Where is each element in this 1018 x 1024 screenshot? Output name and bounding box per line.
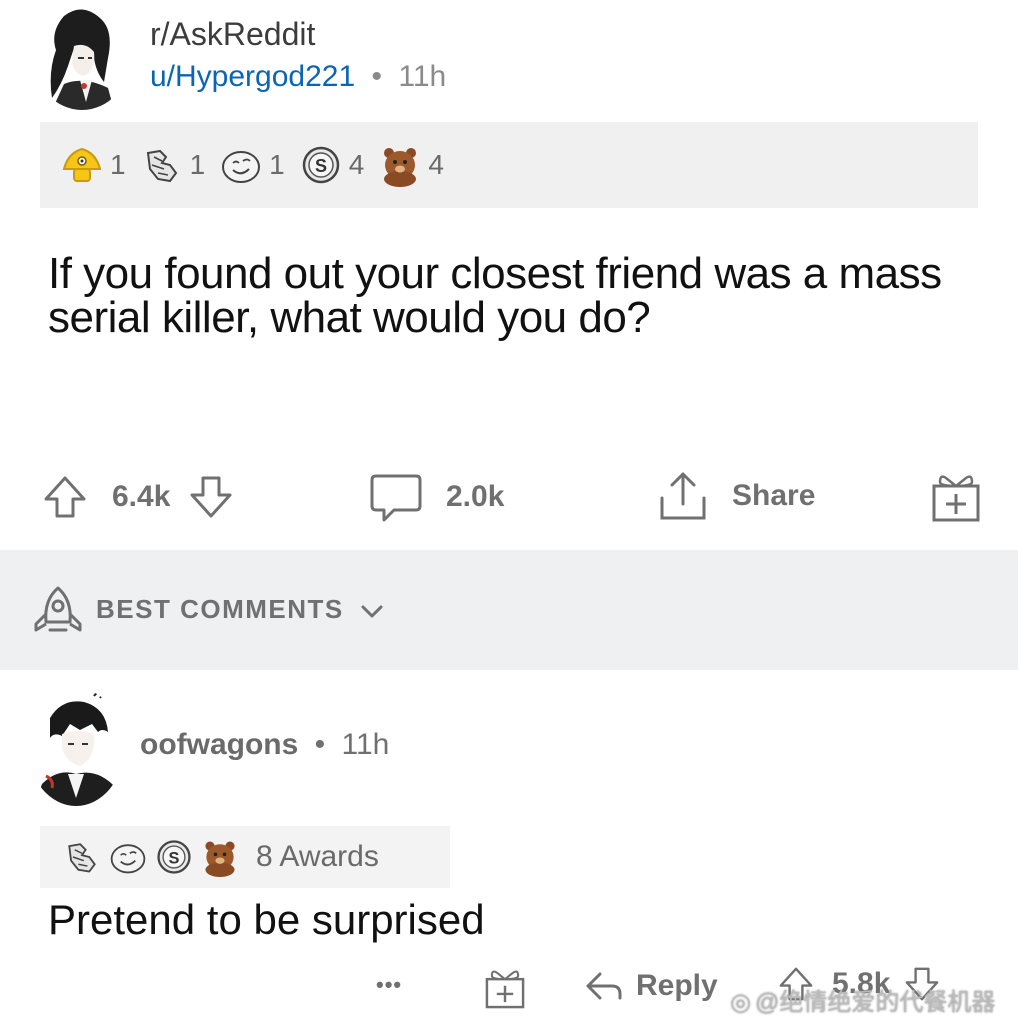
anime-avatar-icon xyxy=(50,9,114,110)
share-arrow-icon xyxy=(660,472,706,520)
post-awards-bar[interactable]: 1 1 1 S 4 4 xyxy=(40,122,978,208)
share-label: Share xyxy=(732,479,816,512)
meta-separator: • xyxy=(314,728,326,761)
helpful-award-icon xyxy=(62,147,102,182)
anime-avatar-icon xyxy=(34,690,118,806)
gift-icon xyxy=(485,970,525,1009)
awards-count-label: 8 Awards xyxy=(256,840,379,873)
sort-label: BEST COMMENTS xyxy=(96,594,344,624)
bear-hug-award-icon xyxy=(384,148,417,187)
award-wholesome-hands[interactable]: 1 xyxy=(140,143,206,187)
reply-arrow-icon xyxy=(586,972,622,1000)
wholesome-hands-award-icon xyxy=(146,149,177,183)
reply-label: Reply xyxy=(636,969,718,1002)
give-award-button[interactable] xyxy=(928,472,984,524)
award-silver[interactable]: S 4 xyxy=(299,143,365,187)
comment-meta: oofwagons • 11h xyxy=(140,728,389,762)
award-laughing[interactable]: 1 xyxy=(219,143,285,187)
laughing-face-award-icon xyxy=(222,151,261,183)
award-helpful[interactable]: 1 xyxy=(60,143,126,187)
silver-coin-award-icon: S xyxy=(302,146,339,184)
reply-button[interactable]: Reply xyxy=(584,968,718,1004)
subreddit-name[interactable]: r/AskReddit xyxy=(150,16,315,53)
comment-count: 2.0k xyxy=(446,480,505,513)
award-bear-hug[interactable]: 4 xyxy=(378,143,444,187)
share-button[interactable]: Share xyxy=(656,468,815,524)
post-meta: u/Hypergod221 • 11h xyxy=(150,60,446,94)
comments-button[interactable]: 2.0k xyxy=(368,470,504,524)
post-author-link[interactable]: u/Hypergod221 xyxy=(150,60,355,93)
post-age: 11h xyxy=(398,60,447,93)
post-author-avatar[interactable] xyxy=(34,6,130,110)
comment-author-avatar[interactable] xyxy=(28,688,124,806)
silver-coin-award-icon: S xyxy=(157,840,191,874)
upvote-count: 6.4k xyxy=(112,480,171,513)
award-count: 1 xyxy=(189,149,206,180)
award-count: 1 xyxy=(110,149,126,180)
comment-age: 11h xyxy=(341,728,390,761)
gift-icon xyxy=(932,475,980,522)
downvote-arrow-icon[interactable] xyxy=(186,472,236,522)
comment-awards-bar[interactable]: S 8 Awards xyxy=(40,826,450,888)
watermark-text: @绝情绝爱的代餐机器 xyxy=(754,989,996,1016)
svg-text:S: S xyxy=(169,849,180,867)
comment-author-link[interactable]: oofwagons xyxy=(140,728,298,761)
award-count: 4 xyxy=(348,149,365,180)
wholesome-hands-award-icon xyxy=(68,843,96,873)
chevron-down-icon xyxy=(361,605,383,618)
sort-selector[interactable]: BEST COMMENTS xyxy=(96,594,384,625)
award-count: 4 xyxy=(428,149,444,180)
comment-body: Pretend to be surprised xyxy=(48,896,485,943)
post-title[interactable]: If you found out your closest friend was… xyxy=(48,252,978,340)
vote-controls: 6.4k xyxy=(40,472,236,522)
bear-hug-award-icon xyxy=(205,841,235,877)
upvote-arrow-icon[interactable] xyxy=(40,472,90,522)
meta-separator: • xyxy=(371,60,383,93)
rocket-sort-icon xyxy=(34,586,82,632)
award-count: 1 xyxy=(269,149,285,180)
comment-give-award-button[interactable] xyxy=(482,966,528,1017)
comment-bubble-icon xyxy=(370,474,422,522)
watermark: ◎ @绝情绝爱的代餐机器 xyxy=(730,982,995,1017)
more-options-button[interactable]: ••• xyxy=(376,972,402,998)
laughing-face-award-icon xyxy=(110,844,146,874)
svg-text:S: S xyxy=(315,156,327,176)
weibo-icon: ◎ xyxy=(730,989,751,1016)
sort-icon-wrap[interactable] xyxy=(30,584,86,643)
